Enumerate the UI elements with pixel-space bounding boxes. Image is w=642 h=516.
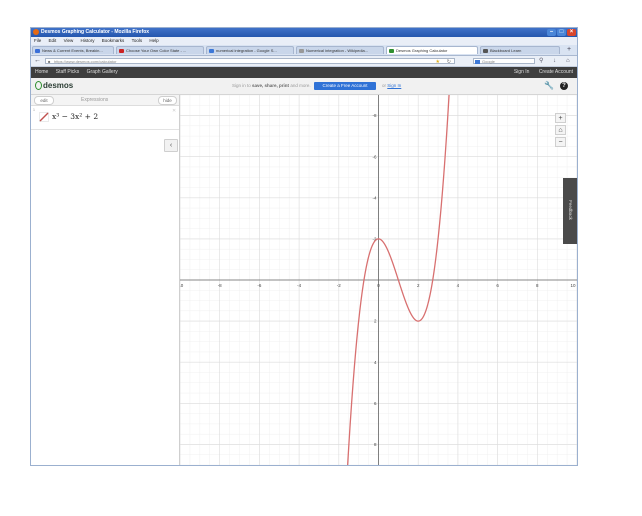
x-tick-label: 10 — [570, 283, 576, 288]
expressions-header: edit Expressions hide — [31, 95, 179, 106]
nav-graph-gallery[interactable]: Graph Gallery — [87, 69, 118, 75]
y-tick-label: -4 — [372, 195, 376, 200]
tab-label: numerical integration - Google S... — [216, 48, 277, 53]
url-bar[interactable]: ■ https://www.desmos.com/calculator ★ ↻ — [45, 58, 455, 65]
x-tick-label: -6 — [257, 283, 261, 288]
navigation-bar: ← ■ https://www.desmos.com/calculator ★ … — [31, 56, 577, 67]
star-icon[interactable]: ★ — [436, 59, 440, 65]
sign-in-link[interactable]: Sign In — [387, 83, 401, 88]
x-tick-label: -2 — [337, 283, 341, 288]
nav-sign-in[interactable]: Sign In — [514, 69, 530, 75]
edit-button[interactable]: edit — [34, 96, 54, 105]
back-arrow-icon[interactable]: ← — [34, 56, 41, 66]
menu-edit[interactable]: Edit — [49, 38, 57, 43]
tab-label: News & Current Events, Breakin... — [42, 48, 103, 53]
or-sign-in: or Sign In — [382, 83, 402, 88]
app-navbar: Home Staff Picks Graph Gallery Sign In C… — [31, 67, 577, 78]
minimize-button[interactable]: – — [547, 29, 556, 36]
desmos-logo-icon — [35, 81, 42, 91]
delete-expression-icon[interactable]: ✕ — [172, 108, 176, 114]
tab-label: Desmos Graphing Calculator — [396, 48, 448, 53]
desmos-logo[interactable]: desmos — [35, 80, 73, 92]
menu-tools[interactable]: Tools — [132, 38, 143, 43]
expression-input[interactable]: x³ − 3x² + 2 — [52, 109, 98, 125]
tab-label: Numerical integration - Wikipedia... — [306, 48, 369, 53]
tab-favicon-icon — [389, 49, 394, 53]
x-tick-label: 8 — [536, 283, 539, 288]
menu-bookmarks[interactable]: Bookmarks — [102, 38, 125, 43]
create-account-button[interactable]: Create a Free Account — [314, 82, 376, 90]
tab-favicon-icon — [209, 49, 214, 53]
y-tick-label: -6 — [372, 154, 376, 159]
search-field[interactable]: Google — [473, 58, 535, 64]
browser-window: Desmos Graphing Calculator - Mozilla Fir… — [30, 27, 578, 466]
menu-help[interactable]: Help — [149, 38, 158, 43]
wrench-icon[interactable]: 🔧 — [544, 81, 554, 91]
tab-desmos[interactable]: Desmos Graphing Calculator — [386, 46, 478, 54]
zoom-out-button[interactable]: − — [555, 137, 566, 147]
tab-label: Blackboard Learn — [490, 48, 522, 53]
x-tick-label: 0 — [377, 283, 380, 288]
reload-icon[interactable]: ↻ — [447, 59, 451, 65]
graph-color-icon[interactable] — [39, 112, 49, 122]
expressions-title: Expressions — [81, 97, 109, 103]
x-tick-label: -8 — [218, 283, 222, 288]
collapse-panel-button[interactable]: ‹ — [164, 139, 178, 152]
tab-wikipedia[interactable]: Numerical integration - Wikipedia... — [296, 46, 384, 54]
x-tick-label: 4 — [457, 283, 460, 288]
menu-view[interactable]: View — [64, 38, 74, 43]
url-text: https://www.desmos.com/calculator — [54, 59, 117, 64]
tab-bar: News & Current Events, Breakin... Choose… — [31, 45, 577, 56]
tab-google-search[interactable]: numerical integration - Google S... — [206, 46, 294, 54]
desmos-header: desmos Sign in to save, share, print and… — [31, 78, 577, 95]
title-bar: Desmos Graphing Calculator - Mozilla Fir… — [31, 28, 577, 37]
tab-label: Choose Your Own Color State - ... — [126, 48, 187, 53]
menu-bar: File Edit View History Bookmarks Tools H… — [31, 37, 577, 45]
zoom-controls: + ⌂ − — [555, 113, 567, 149]
search-placeholder: Google — [482, 59, 495, 64]
maximize-button[interactable]: □ — [557, 29, 566, 36]
google-icon — [475, 60, 480, 64]
window-title: Desmos Graphing Calculator - Mozilla Fir… — [41, 29, 150, 35]
tab-favicon-icon — [483, 49, 488, 53]
search-icon[interactable]: ⚲ — [539, 56, 543, 66]
zoom-default-button[interactable]: ⌂ — [555, 125, 566, 135]
menu-history[interactable]: History — [81, 38, 95, 43]
nav-create-account[interactable]: Create Account — [539, 69, 573, 75]
home-icon[interactable]: ⌂ — [566, 56, 570, 66]
y-tick-label: -8 — [372, 113, 376, 118]
x-tick-label: -10 — [180, 283, 184, 288]
nav-home[interactable]: Home — [35, 69, 48, 75]
firefox-icon — [33, 29, 39, 35]
tab-blackboard[interactable]: Blackboard Learn — [480, 46, 560, 54]
expression-row[interactable]: 1 x³ − 3x² + 2 ✕ — [31, 106, 179, 130]
expression-number: 1 — [33, 108, 35, 112]
graph-canvas[interactable]: -10-8-6-4-202468108642-2-4-6-8 — [177, 75, 577, 465]
tab-favicon-icon — [119, 49, 124, 53]
x-tick-label: 2 — [417, 283, 420, 288]
tab-favicon-icon — [35, 49, 40, 53]
x-tick-label: -4 — [297, 283, 301, 288]
close-button[interactable]: × — [567, 29, 576, 36]
lock-icon: ■ — [48, 59, 51, 64]
expressions-panel: edit Expressions hide 1 x³ − 3x² + 2 ✕ ‹ — [31, 95, 180, 465]
tab-news[interactable]: News & Current Events, Breakin... — [32, 46, 114, 54]
nav-staff-picks[interactable]: Staff Picks — [56, 69, 80, 75]
tab-favicon-icon — [299, 49, 304, 53]
graph-paper[interactable]: -10-8-6-4-202468108642-2-4-6-8 — [177, 75, 577, 465]
hide-button[interactable]: hide — [158, 96, 177, 105]
new-tab-icon[interactable]: + — [567, 45, 571, 55]
zoom-in-button[interactable]: + — [555, 113, 566, 123]
download-icon[interactable]: ↓ — [553, 56, 556, 66]
tab-color-state[interactable]: Choose Your Own Color State - ... — [116, 46, 204, 54]
x-tick-label: 6 — [496, 283, 499, 288]
help-icon[interactable]: ? — [560, 82, 568, 90]
menu-file[interactable]: File — [34, 38, 41, 43]
sign-in-message: Sign in to save, share, print and more. — [232, 83, 311, 88]
feedback-tab[interactable]: Feedback — [563, 178, 577, 244]
